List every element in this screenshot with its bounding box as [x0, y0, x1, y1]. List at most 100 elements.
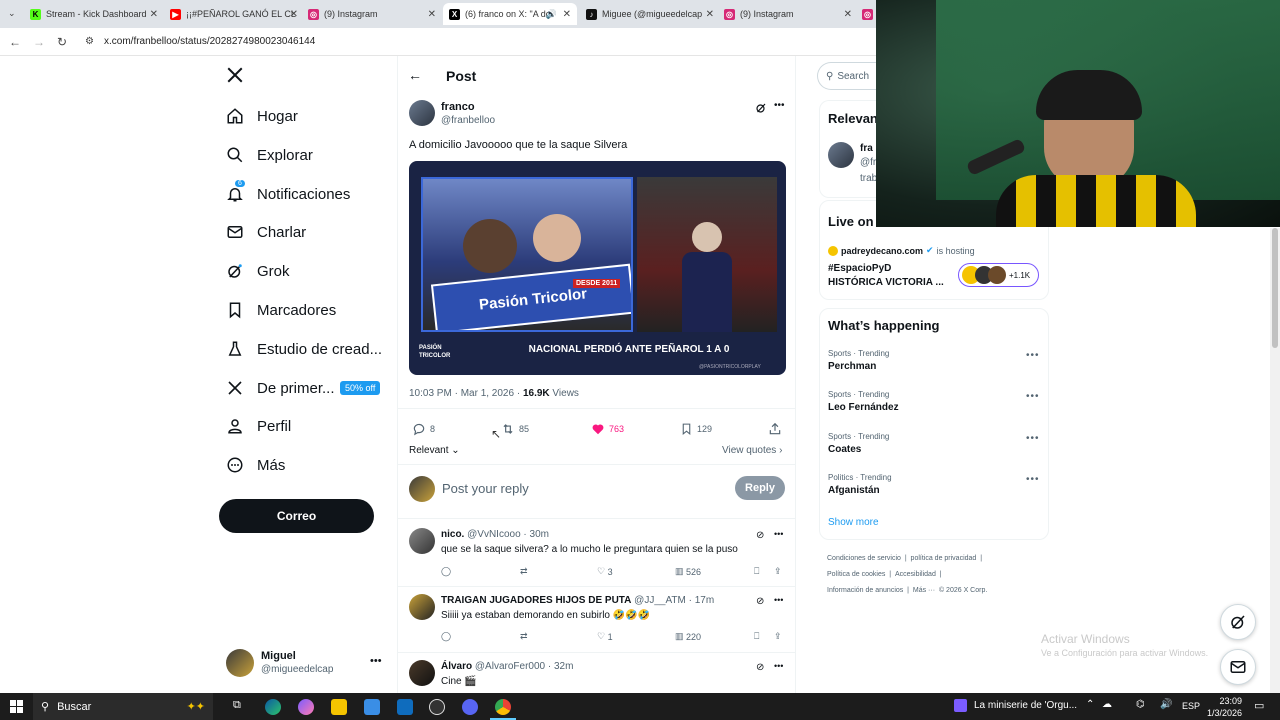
share-action[interactable]: ⇪ [774, 631, 782, 642]
more-icon[interactable]: ••• [774, 529, 783, 539]
views-action[interactable]: ▥ 220 [675, 631, 701, 642]
close-icon[interactable]: ✕ [428, 9, 436, 20]
forward-icon[interactable]: → [33, 35, 45, 49]
nav-chat[interactable]: Charlar [226, 220, 306, 244]
nav-explore[interactable]: Explorar [226, 143, 313, 167]
avatar[interactable] [226, 649, 254, 677]
scrollbar-thumb[interactable] [1272, 228, 1278, 348]
more-icon[interactable]: ••• [1026, 350, 1040, 361]
bookmark-action[interactable]: ⎕ [754, 566, 759, 577]
reply-input[interactable]: Post your reply [442, 481, 529, 496]
edge-icon[interactable] [265, 699, 281, 715]
live-line1[interactable]: #EspacioPyD [828, 263, 891, 274]
bookmark-action[interactable]: 129 [680, 422, 712, 436]
chevron-up-icon[interactable]: ⌃ [1086, 699, 1094, 710]
speaker-icon[interactable]: 🔊 [546, 9, 557, 20]
site-info-icon[interactable]: ⚙ [85, 36, 94, 47]
back-icon[interactable]: ← [9, 35, 21, 49]
footer-accessibility-link[interactable]: Accesibilidad [895, 571, 936, 578]
taskbar-search-box[interactable]: ⚲ Buscar ✦✦ [33, 693, 213, 720]
footer-privacy-link[interactable]: política de privacidad [911, 555, 977, 562]
close-icon[interactable]: ✕ [706, 9, 714, 20]
views-action[interactable]: ▥ 526 [675, 566, 701, 577]
more-icon[interactable]: ••• [774, 661, 783, 671]
nav-grok[interactable]: Grok [226, 259, 290, 283]
close-icon[interactable]: ✕ [150, 9, 158, 20]
nav-creator-studio[interactable]: Estudio de cread... [226, 337, 382, 361]
url-field[interactable]: x.com/franbelloo/status/2028274980023046… [104, 36, 315, 47]
reply-author[interactable]: Álvaro [441, 661, 472, 672]
account-more-icon[interactable]: ••• [370, 655, 382, 667]
avatar[interactable] [409, 528, 435, 554]
footer-cookies-link[interactable]: Política de cookies [827, 571, 885, 578]
windows-start-icon[interactable] [10, 700, 23, 713]
more-icon[interactable]: ••• [774, 100, 785, 111]
grok-icon[interactable]: ⊘ [756, 662, 764, 673]
nav-premium[interactable]: De primer... [226, 376, 335, 400]
footer-more-link[interactable]: Más ··· [913, 587, 935, 594]
more-icon[interactable]: ••• [1026, 474, 1040, 485]
chrome-icon[interactable] [495, 699, 511, 715]
close-icon[interactable]: ✕ [563, 9, 571, 20]
media-widget[interactable]: La miniserie de 'Orgu... [954, 699, 1077, 712]
view-quotes-link[interactable]: View quotes › [722, 445, 782, 456]
footer-ads-link[interactable]: Información de anuncios [827, 587, 903, 594]
tab-instagram-2[interactable]: ◎ (9) Instagram ✕ [724, 3, 854, 25]
tab-x-post[interactable]: X (6) franco on X: "A do 🔊 ✕ [443, 3, 577, 25]
show-more-link[interactable]: Show more [828, 517, 879, 528]
tab-youtube[interactable]: ▶ ¡¡#PEÑAROL GANÓ EL CL ✕ [170, 3, 300, 25]
trend-item[interactable]: Sports · Trending Leo Fernández [828, 390, 899, 413]
post-image[interactable]: Pasión Tricolor DESDE 2011 PASIÓN TRICOL… [409, 161, 786, 375]
reply-button[interactable]: Reply [735, 476, 785, 500]
close-icon[interactable]: ✕ [290, 9, 298, 20]
volume-icon[interactable]: 🔊 [1160, 699, 1172, 710]
outlook-icon[interactable] [397, 699, 413, 715]
nav-more[interactable]: Más [226, 453, 285, 477]
close-icon[interactable]: ✕ [844, 9, 852, 20]
file-explorer-icon[interactable] [331, 699, 347, 715]
share-action[interactable]: ⇪ [774, 566, 782, 577]
relevant-name[interactable]: fra [860, 143, 873, 154]
trend-item[interactable]: Politics · Trending Afganistán [828, 473, 892, 496]
avatar[interactable] [409, 660, 435, 686]
sort-dropdown[interactable]: Relevant ⌄ [409, 445, 460, 456]
notifications-icon[interactable]: ▭ [1254, 699, 1264, 712]
copilot-icon[interactable] [298, 699, 314, 715]
footer-terms-link[interactable]: Condiciones de servicio [827, 555, 901, 562]
nav-bookmarks[interactable]: Marcadores [226, 298, 336, 322]
avatar[interactable] [409, 594, 435, 620]
compose-post-button[interactable]: Correo [219, 499, 374, 533]
reload-icon[interactable]: ↻ [57, 35, 67, 49]
live-host-row[interactable]: padreydecano.com ✔ is hosting [828, 245, 975, 256]
post-author[interactable]: franco [441, 101, 475, 113]
discord-icon[interactable] [462, 699, 478, 715]
like-action[interactable]: ♡ 1 [597, 631, 613, 642]
reply-action[interactable]: 8 [412, 422, 435, 436]
trend-item[interactable]: Sports · Trending Perchman [828, 349, 889, 372]
live-line2[interactable]: HISTÓRICA VICTORIA ... [828, 277, 944, 288]
messages-float-button[interactable] [1220, 649, 1256, 685]
grok-icon[interactable] [755, 101, 767, 119]
nav-notifications[interactable]: 6 Notificaciones [226, 180, 350, 206]
avatar[interactable] [409, 100, 435, 126]
repost-action[interactable]: ⇄ [520, 566, 528, 577]
share-action[interactable] [768, 422, 786, 436]
reply-author[interactable]: TRAIGAN JUGADORES HIJOS DE PUTA [441, 595, 631, 606]
back-arrow-icon[interactable]: ← [408, 67, 422, 83]
tray-icon[interactable]: ☁ [1102, 699, 1112, 710]
nav-home[interactable]: Hogar [226, 104, 298, 128]
like-action[interactable]: 763 [591, 422, 624, 436]
x-logo-icon[interactable] [226, 66, 244, 89]
more-icon[interactable]: ••• [1026, 391, 1040, 402]
bookmark-action[interactable]: ⎕ [754, 631, 759, 642]
live-listeners-pill[interactable]: +1.1K [958, 263, 1039, 287]
store-icon[interactable] [364, 699, 380, 715]
trend-item[interactable]: Sports · Trending Coates [828, 432, 889, 455]
avatar[interactable] [828, 142, 854, 168]
nav-profile[interactable]: Perfil [226, 414, 291, 438]
repost-action[interactable]: 85 [501, 422, 529, 436]
tab-tiktok[interactable]: ♪ Miguee (@migueedelcap ✕ [586, 3, 716, 25]
more-icon[interactable]: ••• [1026, 433, 1040, 444]
tab-menu-chevron-icon[interactable]: ⌄ [8, 8, 16, 19]
reply-action[interactable]: ◯ [441, 631, 451, 642]
